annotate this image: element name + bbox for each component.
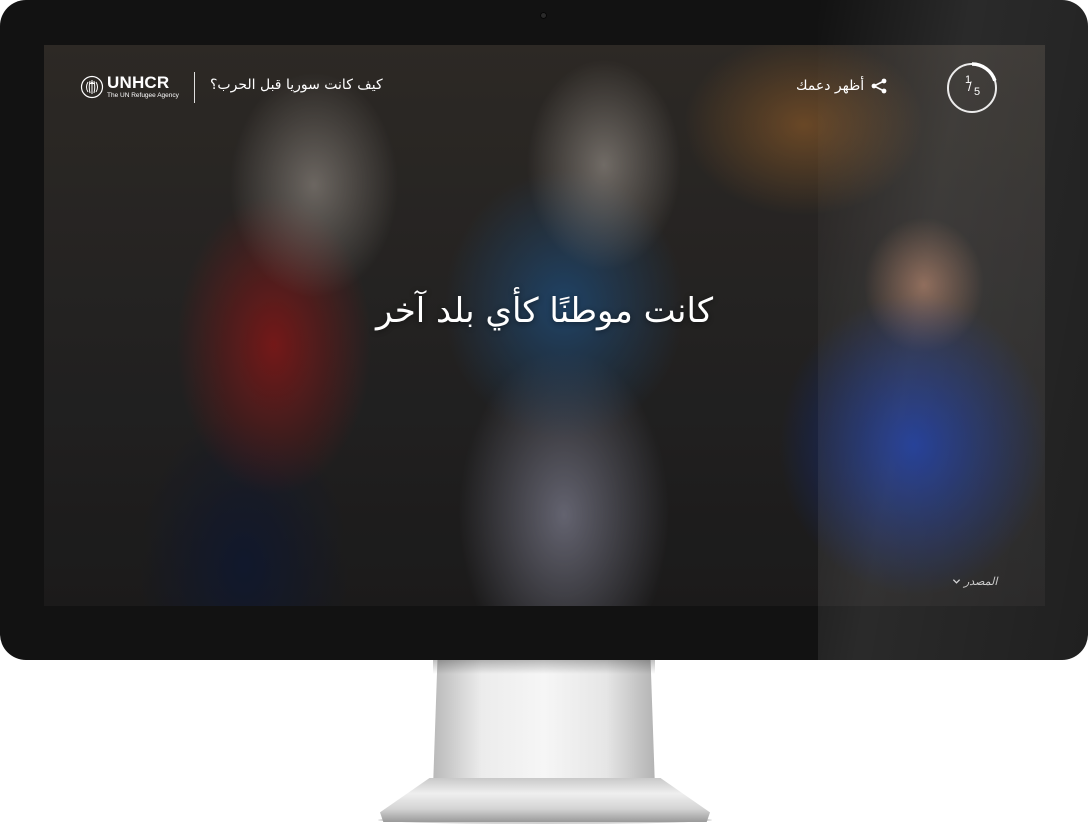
unhcr-logo[interactable]: UNHCR The UN Refugee Agency [80, 73, 179, 101]
progress-separator: / [968, 79, 972, 94]
share-button[interactable]: أظهر دعمك [796, 77, 888, 95]
monitor-stand-base [380, 778, 710, 822]
hero-photo-screen: UNHCR The UN Refugee Agency كيف كانت سور… [44, 45, 1045, 606]
header-divider [194, 72, 195, 103]
progress-total: 5 [974, 86, 981, 98]
source-toggle[interactable]: المصدر [952, 575, 997, 588]
logo-wordmark: UNHCR [107, 73, 170, 93]
stand-shadow [433, 660, 655, 674]
source-label: المصدر [964, 575, 998, 588]
chapter-progress-indicator[interactable]: 1 / 5 [946, 62, 998, 114]
logo-tagline: The UN Refugee Agency [107, 92, 179, 100]
story-title[interactable]: كيف كانت سوريا قبل الحرب؟ [210, 77, 383, 93]
share-icon [871, 78, 887, 94]
page-headline: كانت موطنًا كأي بلد آخر [375, 291, 714, 331]
monitor-stand-neck [433, 660, 655, 788]
chevron-down-icon [952, 579, 961, 584]
monitor-bezel: UNHCR The UN Refugee Agency كيف كانت سور… [0, 0, 1088, 660]
share-label: أظهر دعمك [796, 78, 865, 94]
unhcr-emblem-icon [80, 75, 104, 99]
camera [540, 12, 547, 19]
progress-counter: 1 / 5 [946, 62, 998, 114]
